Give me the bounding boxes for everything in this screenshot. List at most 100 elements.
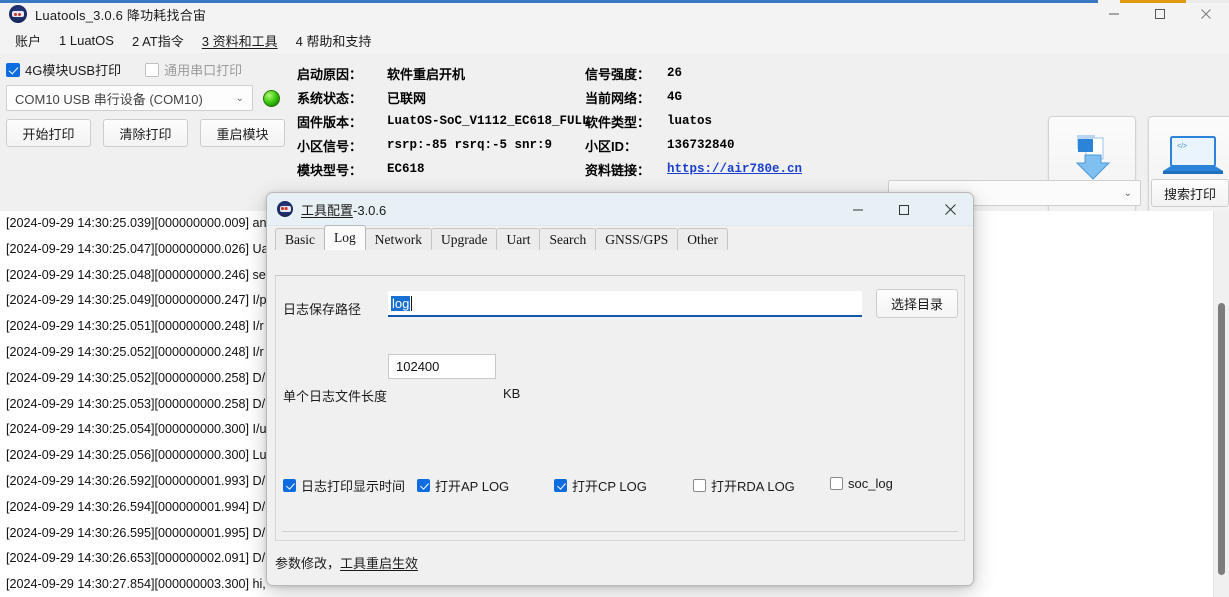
log-path-input[interactable]: log [388,291,862,317]
info-row-software-type: 软件类型： luatos [585,109,802,133]
menu-bar: 账户 1 LuatOS 2 AT指令 3 资料和工具 4 帮助和支持 [0,28,1229,53]
dialog-footer-note: 参数修改，工具重启生效 [275,553,418,572]
close-icon[interactable] [927,193,973,226]
info-key: 固件版本： [297,112,387,131]
checkbox-enable-rda-log[interactable]: 打开RDA LOG [693,476,795,495]
tab-gnss-gps[interactable]: GNSS/GPS [595,228,678,250]
dialog-title: 工具配置-3.0.6 [301,200,386,219]
app-logo-icon [9,5,27,23]
connection-led [263,90,280,107]
tab-upgrade[interactable]: Upgrade [431,228,497,250]
log-options-checkbox-row: 日志打印显示时间 打开AP LOG 打开CP LOG 打开RDA LOG [283,476,943,498]
clear-print-button[interactable]: 清除打印 [103,119,188,147]
checkbox-label: 打开RDA LOG [711,476,795,495]
checkbox-box-unchecked[interactable] [145,63,159,77]
window-title: Luatools_3.0.6 降功耗找合宙 [35,5,206,24]
tab-basic[interactable]: Basic [275,228,325,250]
checkbox-label: 打开AP LOG [435,476,509,495]
checkbox-label: 通用串口打印 [164,60,242,79]
checkbox-show-time-in-log[interactable]: 日志打印显示时间 [283,476,405,495]
minimize-icon[interactable] [1091,0,1137,28]
tab-other[interactable]: Other [677,228,728,250]
checkbox-enable-cp-log[interactable]: 打开CP LOG [554,476,647,495]
panel-divider [282,531,958,532]
device-info-left-column: 启动原因： 软件重启开机 系统状态： 已联网 固件版本： LuatOS-SoC_… [297,61,590,181]
checkbox-box-unchecked[interactable] [830,477,843,490]
tool-config-dialog: 工具配置-3.0.6 Basic Log Network Upgrade Uar… [266,192,974,586]
start-print-button[interactable]: 开始打印 [6,119,91,147]
app-window: Luatools_3.0.6 降功耗找合宙 账户 1 LuatOS 2 AT指令… [0,0,1229,597]
checkbox-label: soc_log [848,476,893,491]
close-icon[interactable] [1183,0,1229,28]
dialog-window-controls [835,193,973,226]
info-value: LuatOS-SoC_V1112_EC618_FULL [387,114,590,128]
info-key: 资料链接： [585,160,667,179]
menu-item-at-commands[interactable]: 2 AT指令 [123,28,193,53]
tab-uart[interactable]: Uart [496,228,540,250]
dialog-title-suffix: -3.0.6 [353,203,386,218]
info-row-docs-link: 资料链接： https://air780e.cn [585,157,802,181]
log-file-size-label: 单个日志文件长度 [283,386,387,405]
restart-module-button[interactable]: 重启模块 [200,119,285,147]
chevron-down-icon[interactable]: ⌄ [236,93,244,104]
dialog-footer: 参数修改，工具重启生效 [267,541,973,585]
info-value: luatos [667,114,712,128]
info-key: 小区ID： [585,136,667,155]
footer-note-prefix: 参数修改， [275,556,340,571]
info-key: 小区信号： [297,136,387,155]
serial-port-combobox[interactable]: COM10 USB 串行设备 (COM10) ⌄ [6,85,253,111]
text-caret [411,296,412,311]
checkbox-box-checked[interactable] [417,479,430,492]
dialog-title-prefix: 工具配置 [301,203,353,218]
tab-network[interactable]: Network [365,228,432,250]
info-key: 软件类型： [585,112,667,131]
checkbox-generic-serial-print[interactable]: 通用串口打印 [145,60,242,79]
dialog-logo-icon [277,201,293,217]
footer-note-action: 工具重启生效 [340,556,418,571]
serial-port-value: COM10 USB 串行设备 (COM10) [15,89,203,108]
checkbox-box-checked[interactable] [283,479,296,492]
log-file-size-input[interactable]: 102400 [388,354,496,379]
log-scrollbar[interactable] [1213,211,1229,597]
dialog-tab-bar: Basic Log Network Upgrade Uart Search GN… [267,226,973,250]
dialog-title-bar: 工具配置-3.0.6 [267,193,973,226]
menu-item-help-support[interactable]: 4 帮助和支持 [287,28,381,53]
info-key: 信号强度： [585,64,667,83]
print-mode-checkbox-row: 4G模块USB打印 通用串口打印 [6,60,242,79]
device-info-right-column: 信号强度： 26 当前网络： 4G 软件类型： luatos 小区ID： 136… [585,61,802,181]
log-file-size-unit: KB [503,386,520,401]
checkbox-box-checked[interactable] [6,63,20,77]
log-file-size-value: 102400 [396,359,439,374]
info-value: 已联网 [387,88,426,107]
choose-directory-button[interactable]: 选择目录 [876,289,958,318]
chevron-down-icon[interactable]: ⌄ [1124,188,1132,199]
info-row-current-network: 当前网络： 4G [585,85,802,109]
menu-item-docs-tools[interactable]: 3 资料和工具 [193,28,287,53]
svg-text:</>: </> [1177,143,1187,150]
minimize-icon[interactable] [835,193,881,226]
maximize-icon[interactable] [1137,0,1183,28]
info-row-firmware-version: 固件版本： LuatOS-SoC_V1112_EC618_FULL [297,109,590,133]
tab-log[interactable]: Log [324,225,366,250]
info-key: 启动原因： [297,64,387,83]
menu-item-luatos[interactable]: 1 LuatOS [50,30,123,51]
search-print-button[interactable]: 搜索打印 [1151,179,1229,207]
checkbox-enable-ap-log[interactable]: 打开AP LOG [417,476,509,495]
checkbox-4g-usb-print[interactable]: 4G模块USB打印 [6,60,121,79]
info-row-module-model: 模块型号： EC618 [297,157,590,181]
log-path-label: 日志保存路径 [283,299,361,318]
info-key: 当前网络： [585,88,667,107]
checkbox-label: 日志打印显示时间 [301,476,405,495]
menu-item-account[interactable]: 账户 [6,28,50,53]
tab-search[interactable]: Search [539,228,596,250]
info-value: EC618 [387,162,425,176]
info-key: 系统状态： [297,88,387,107]
docs-link[interactable]: https://air780e.cn [667,162,802,176]
maximize-icon[interactable] [881,193,927,226]
checkbox-soc-log[interactable]: soc_log [830,476,893,491]
checkbox-box-unchecked[interactable] [693,479,706,492]
title-bar: Luatools_3.0.6 降功耗找合宙 [0,0,1229,28]
log-scrollbar-thumb[interactable] [1218,303,1225,575]
checkbox-box-checked[interactable] [554,479,567,492]
info-value: 26 [667,66,682,80]
